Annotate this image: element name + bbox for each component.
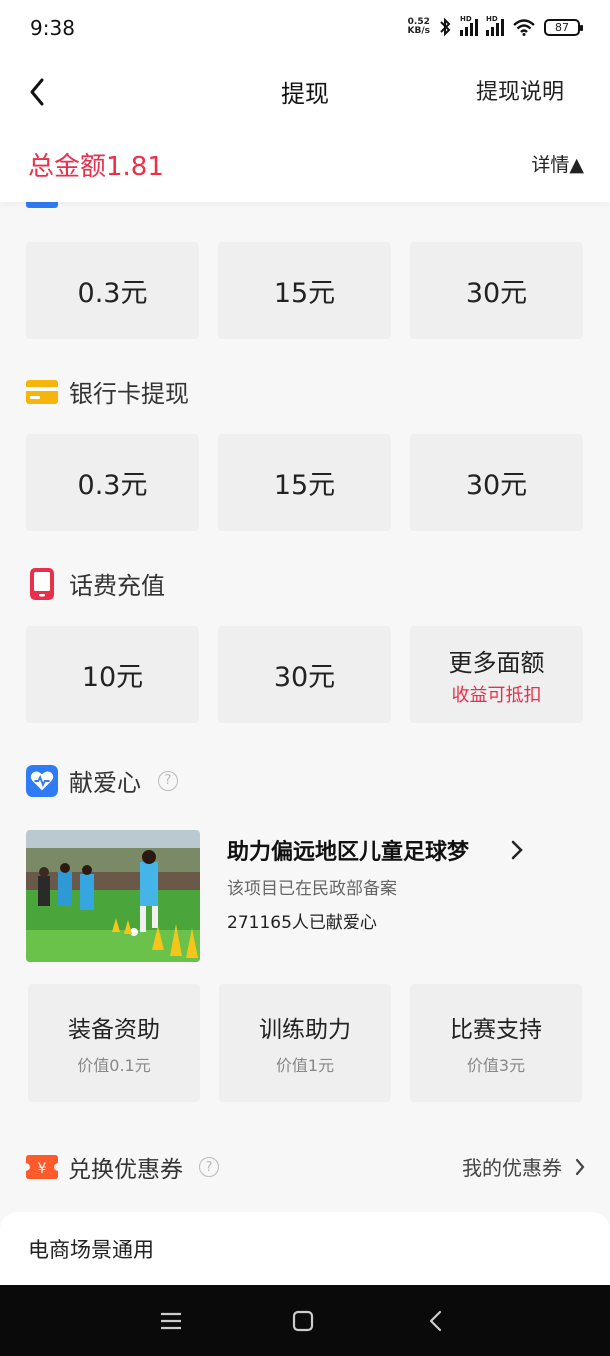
menu-icon[interactable] [155, 1305, 187, 1337]
donation-option-value: 价值1元 [275, 1056, 335, 1075]
signal-hd-label: HD [460, 15, 472, 23]
bank-card-title: 银行卡提现 [69, 380, 189, 408]
coupon-card-title: 电商场景通用 [28, 1238, 154, 1262]
phone-recharge-option[interactable]: 30元 [218, 626, 391, 723]
alipay-icon [26, 202, 58, 208]
phone-recharge-options: 10元 30元 更多面额 收益可抵扣 [26, 626, 583, 723]
battery-icon: 87 [544, 18, 583, 36]
back-icon[interactable] [420, 1305, 452, 1337]
coupon-title-group: ¥ 兑换优惠券 ? [26, 1150, 219, 1184]
my-coupons-label: 我的优惠券 [462, 1156, 562, 1180]
signal-hd-label-2: HD [486, 15, 498, 23]
alipay-option[interactable]: 15元 [218, 242, 391, 339]
project-title[interactable]: 助力偏远地区儿童足球梦 [227, 834, 469, 866]
coupon-icon: ¥ [26, 1151, 58, 1183]
donation-option-value: 价值0.1元 [77, 1056, 151, 1075]
signal-icon-2: HD [486, 15, 504, 36]
svg-text:¥: ¥ [38, 1161, 47, 1177]
donation-option-value: 价值3元 [466, 1056, 526, 1075]
charity-heart-icon [26, 764, 58, 797]
bank-card-option[interactable]: 30元 [410, 434, 583, 531]
nav-bar: 提现 提现说明 [0, 58, 610, 128]
more-denominations-sub: 收益可抵扣 [451, 684, 542, 706]
phone-recharge-option[interactable]: 10元 [26, 626, 199, 723]
system-nav-bar [0, 1285, 610, 1356]
bank-card-option[interactable]: 0.3元 [26, 434, 199, 531]
withdraw-explain-link[interactable]: 提现说明 [476, 74, 564, 106]
signal-icon: HD [460, 15, 478, 36]
donation-option-title: 训练助力 [259, 1017, 351, 1043]
alipay-option[interactable]: 0.3元 [26, 242, 199, 339]
donation-option-title: 比赛支持 [450, 1017, 542, 1043]
donation-option-title: 装备资助 [68, 1017, 160, 1043]
charity-title: 献爱心 [69, 769, 141, 797]
charity-project[interactable]: 助力偏远地区儿童足球梦 该项目已在民政部备案 271165人已献爱心 [26, 830, 586, 962]
alipay-option[interactable]: 30元 [410, 242, 583, 339]
charity-section-header: 献爱心 ? [26, 763, 178, 798]
bluetooth-icon [440, 17, 451, 37]
coupon-section-header: ¥ 兑换优惠券 ? 我的优惠券 [26, 1150, 586, 1186]
help-icon[interactable]: ? [199, 1157, 219, 1177]
network-speed-unit: KB/s [407, 26, 430, 36]
alipay-options: 0.3元 15元 30元 [26, 242, 583, 339]
status-icons: 0.52 KB/s HD HD 87 [408, 15, 583, 37]
network-speed: 0.52 KB/s [408, 18, 430, 36]
total-amount: 总金额1.81 [28, 152, 164, 182]
donation-option[interactable]: 训练助力 价值1元 [219, 984, 391, 1102]
bank-card-option[interactable]: 15元 [218, 434, 391, 531]
total-amount-bar: 总金额1.81 详情▲ [0, 128, 610, 202]
bank-card-icon [26, 376, 58, 408]
bank-card-options: 0.3元 15元 30元 [26, 434, 583, 531]
content-area[interactable]: 0.3元 15元 30元 银行卡提现 0.3元 15元 30元 话费充值 10元… [0, 202, 610, 1285]
help-icon[interactable]: ? [158, 770, 178, 791]
coupon-title: 兑换优惠券 [68, 1157, 183, 1183]
wifi-icon [513, 19, 535, 36]
more-denominations-title: 更多面额 [448, 648, 545, 677]
donation-options: 装备资助 价值0.1元 训练助力 价值1元 比赛支持 价值3元 [28, 984, 582, 1102]
donation-option[interactable]: 比赛支持 价值3元 [410, 984, 582, 1102]
status-time: 9:38 [30, 16, 75, 40]
my-coupons-link[interactable]: 我的优惠券 [462, 1152, 586, 1181]
home-icon[interactable] [287, 1305, 319, 1337]
donation-option[interactable]: 装备资助 价值0.1元 [28, 984, 200, 1102]
more-denominations-option[interactable]: 更多面额 收益可抵扣 [410, 626, 583, 723]
chevron-right-icon [511, 840, 523, 860]
chevron-right-icon [575, 1158, 585, 1175]
phone-icon [26, 567, 58, 600]
bank-card-section-header: 银行卡提现 [26, 374, 189, 409]
project-description: 该项目已在民政部备案 [227, 879, 397, 899]
detail-toggle[interactable]: 详情▲ [531, 150, 584, 177]
football-photo [26, 830, 200, 962]
phone-recharge-section-header: 话费充值 [26, 566, 165, 601]
status-bar: 9:38 0.52 KB/s HD HD 87 [0, 0, 610, 58]
phone-recharge-title: 话费充值 [69, 572, 165, 600]
project-donor-count: 271165人已献爱心 [227, 913, 377, 933]
coupon-card[interactable]: 电商场景通用 [0, 1212, 610, 1285]
